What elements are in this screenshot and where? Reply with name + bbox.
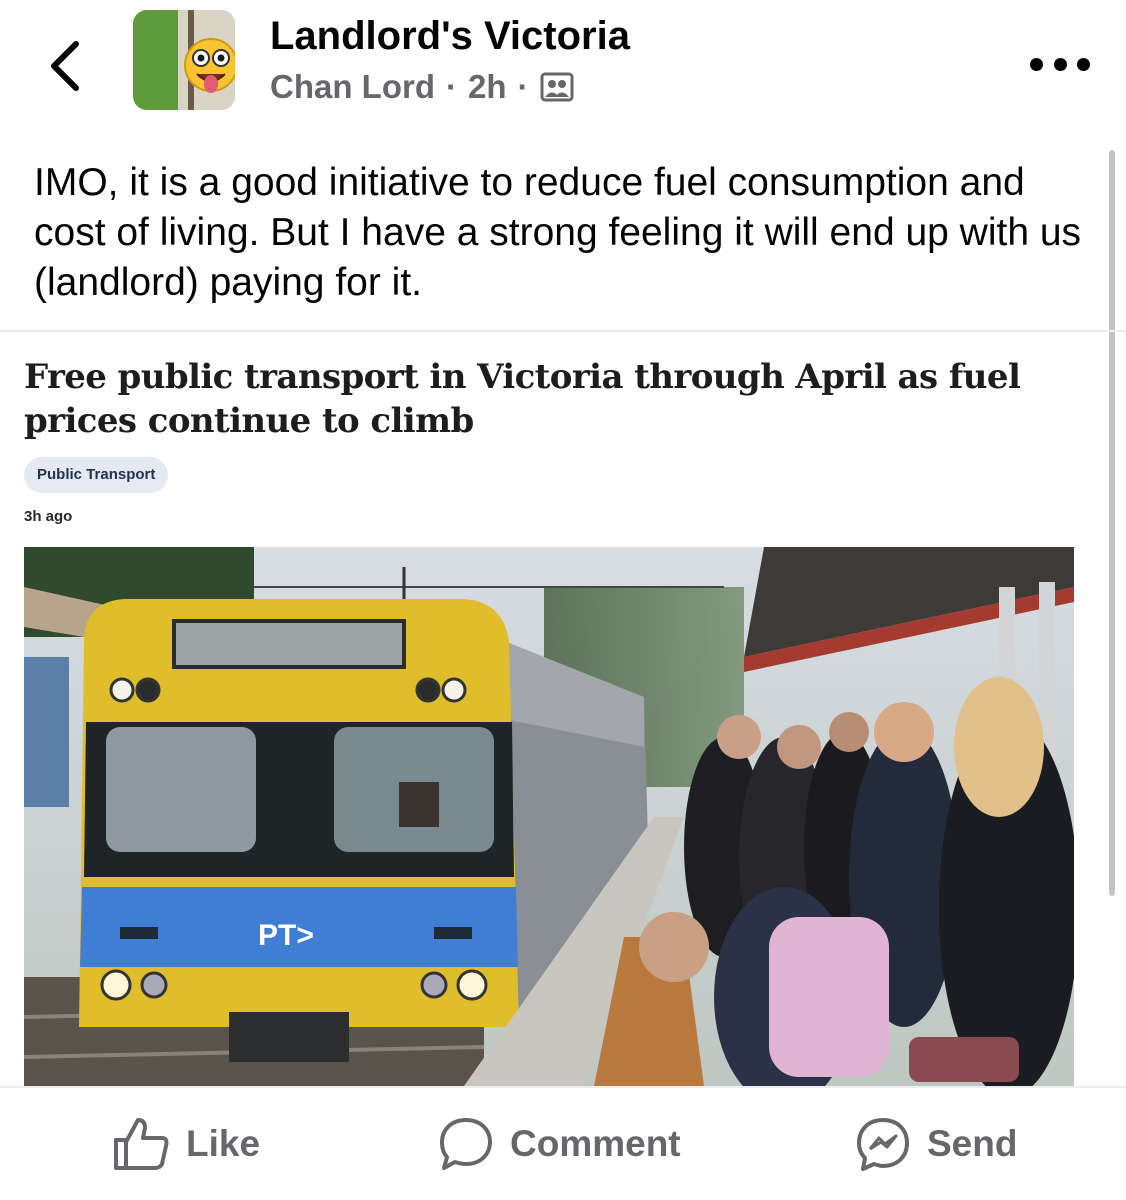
meta-separator: · [517, 68, 529, 105]
post-meta: Chan Lord · 2h · [270, 68, 574, 106]
post-time[interactable]: 2h [468, 68, 507, 106]
article-time: 3h ago [24, 508, 73, 525]
send-button[interactable]: Send [855, 1110, 1017, 1178]
scrollbar[interactable] [1109, 150, 1115, 896]
meta-separator: · [445, 68, 457, 105]
group-avatar[interactable] [133, 10, 235, 110]
post-text: IMO, it is a good initiative to reduce f… [34, 161, 1082, 304]
comment-button[interactable]: Comment [438, 1110, 681, 1178]
topic-tag[interactable]: Public Transport [24, 457, 169, 493]
thumbs-up-icon [114, 1118, 169, 1170]
more-options-button[interactable] [1030, 58, 1090, 80]
back-chevron-icon [51, 41, 79, 91]
post-header: Landlord's Victoria Chan Lord · 2h · [0, 0, 1126, 130]
like-button[interactable]: Like [112, 1110, 260, 1178]
article-photo[interactable]: PT> [24, 547, 1074, 1086]
footer-divider [0, 1086, 1126, 1088]
send-label: Send [927, 1123, 1018, 1164]
comment-bubble-icon [440, 1118, 492, 1170]
like-label: Like [186, 1123, 261, 1164]
group-icon [540, 72, 573, 102]
more-horizontal-icon [1030, 58, 1043, 71]
divider [0, 330, 1126, 332]
comment-label: Comment [510, 1123, 681, 1164]
author-name[interactable]: Chan Lord [270, 68, 435, 106]
article-title[interactable]: Free public transport in Victoria throug… [24, 355, 1084, 443]
group-name[interactable]: Landlord's Victoria [270, 14, 630, 59]
messenger-icon [857, 1118, 909, 1171]
back-button[interactable] [40, 36, 90, 96]
train-logo-text: PT> [258, 919, 314, 952]
